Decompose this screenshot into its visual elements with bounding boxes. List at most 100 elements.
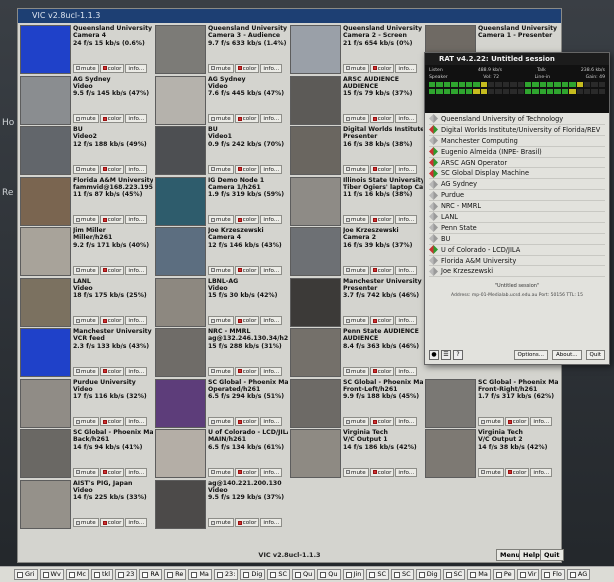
taskbar-item[interactable]: SC (267, 569, 290, 580)
info-button[interactable]: info... (395, 265, 418, 275)
mute-checkbox[interactable]: mute (73, 467, 99, 477)
info-button[interactable]: info... (260, 215, 283, 224)
taskbar-item[interactable]: Ma (188, 569, 212, 580)
info-button[interactable]: info... (260, 518, 283, 527)
mute-checkbox[interactable]: mute (343, 164, 369, 174)
mute-checkbox[interactable]: mute (73, 215, 99, 224)
color-checkbox[interactable]: color (234, 265, 260, 275)
mute-checkbox[interactable]: mute (73, 63, 99, 73)
participant-row[interactable]: Florida A&M University (429, 256, 605, 267)
video-thumbnail[interactable] (290, 227, 341, 276)
color-checkbox[interactable]: color (99, 215, 125, 224)
rat-quit-button[interactable]: Quit (585, 350, 605, 360)
info-button[interactable]: info... (125, 114, 148, 123)
mute-checkbox[interactable]: mute (208, 265, 234, 275)
talk-toggle[interactable]: Talk (537, 68, 546, 73)
participant-row[interactable]: Purdue (429, 190, 605, 202)
taskbar-item[interactable]: Ma (467, 569, 491, 580)
mute-checkbox[interactable]: mute (208, 417, 234, 426)
video-thumbnail[interactable] (290, 25, 341, 74)
mute-checkbox[interactable]: mute (343, 265, 369, 275)
info-button[interactable]: info... (395, 215, 418, 224)
color-checkbox[interactable]: color (369, 265, 395, 275)
taskbar-item[interactable]: Wv (39, 569, 64, 580)
info-button[interactable]: info... (260, 63, 283, 73)
video-thumbnail[interactable] (155, 75, 206, 125)
taskbar-item[interactable]: SC (366, 569, 390, 580)
info-icon[interactable]: ? (453, 350, 463, 360)
color-checkbox[interactable]: color (99, 518, 125, 527)
mute-checkbox[interactable]: mute (343, 467, 369, 477)
rat-about-button[interactable]: About... (551, 350, 582, 360)
participant-row[interactable]: SC Global Display Machine (429, 168, 605, 180)
info-button[interactable]: info... (260, 316, 283, 325)
color-checkbox[interactable]: color (99, 366, 125, 376)
info-button[interactable]: info... (260, 366, 283, 376)
color-checkbox[interactable]: color (99, 417, 125, 426)
rat-options-button[interactable]: Options... (513, 350, 548, 360)
info-button[interactable]: info... (125, 316, 148, 325)
mute-checkbox[interactable]: mute (208, 366, 234, 376)
info-button[interactable]: info... (260, 467, 283, 477)
mute-checkbox[interactable]: mute (73, 265, 99, 275)
info-button[interactable]: info... (260, 417, 283, 426)
taskbar-item[interactable]: Gri (14, 569, 38, 580)
video-thumbnail[interactable] (290, 277, 341, 327)
mute-checkbox[interactable]: mute (343, 215, 369, 224)
video-thumbnail[interactable] (155, 25, 206, 74)
line-in-select[interactable]: Line-in (535, 75, 550, 80)
video-thumbnail[interactable] (155, 227, 206, 276)
color-checkbox[interactable]: color (369, 63, 395, 73)
video-thumbnail[interactable] (155, 328, 206, 377)
taskbar-item[interactable]: Re (164, 569, 187, 580)
info-button[interactable]: info... (125, 467, 148, 477)
info-button[interactable]: info... (125, 417, 148, 426)
info-button[interactable]: info... (125, 164, 148, 174)
color-checkbox[interactable]: color (99, 114, 125, 123)
taskbar-item[interactable]: Pe (492, 569, 515, 580)
info-button[interactable]: info... (125, 518, 148, 527)
video-thumbnail[interactable] (20, 277, 71, 327)
participant-row[interactable]: U of Colorado - LCD/JILA (429, 245, 605, 256)
mute-checkbox[interactable]: mute (208, 518, 234, 527)
video-thumbnail[interactable] (290, 328, 341, 377)
taskbar-item[interactable]: 23 (115, 569, 138, 580)
video-thumbnail[interactable] (20, 378, 71, 428)
mute-checkbox[interactable]: mute (478, 417, 504, 426)
color-checkbox[interactable]: color (369, 467, 395, 477)
info-button[interactable]: info... (395, 366, 418, 376)
color-checkbox[interactable]: color (234, 417, 260, 426)
color-checkbox[interactable]: color (99, 164, 125, 174)
taskbar-item[interactable]: Dig (415, 569, 441, 580)
color-checkbox[interactable]: color (504, 467, 530, 477)
info-button[interactable]: info... (260, 114, 283, 123)
info-button[interactable]: info... (395, 63, 418, 73)
color-checkbox[interactable]: color (234, 316, 260, 325)
video-thumbnail[interactable] (20, 328, 71, 377)
color-checkbox[interactable]: color (234, 215, 260, 224)
participant-row[interactable]: AG Sydney (429, 179, 605, 191)
mute-checkbox[interactable]: mute (208, 316, 234, 325)
mute-checkbox[interactable]: mute (73, 518, 99, 527)
taskbar-item[interactable]: tkl (90, 569, 114, 580)
mute-checkbox[interactable]: mute (73, 164, 99, 174)
participant-row[interactable]: Eugenio Almeida (INPE- Brasil) (429, 147, 605, 158)
mute-checkbox[interactable]: mute (343, 366, 369, 376)
mute-checkbox[interactable]: mute (73, 114, 99, 123)
mute-checkbox[interactable]: mute (208, 63, 234, 73)
color-checkbox[interactable]: color (234, 164, 260, 174)
video-thumbnail[interactable] (290, 126, 341, 175)
color-checkbox[interactable]: color (99, 63, 125, 73)
mic-icon[interactable]: ● (429, 350, 439, 360)
color-checkbox[interactable]: color (369, 417, 395, 426)
speaker-select[interactable]: Speaker (429, 75, 448, 80)
participant-row[interactable]: NRC - MMRL (429, 201, 605, 213)
video-thumbnail[interactable] (155, 277, 206, 327)
participant-row[interactable]: BU (429, 234, 605, 245)
color-checkbox[interactable]: color (369, 366, 395, 376)
video-thumbnail[interactable] (155, 378, 206, 428)
color-checkbox[interactable]: color (369, 114, 395, 123)
info-button[interactable]: info... (530, 417, 553, 426)
info-button[interactable]: info... (125, 265, 148, 275)
video-thumbnail[interactable] (20, 176, 71, 226)
